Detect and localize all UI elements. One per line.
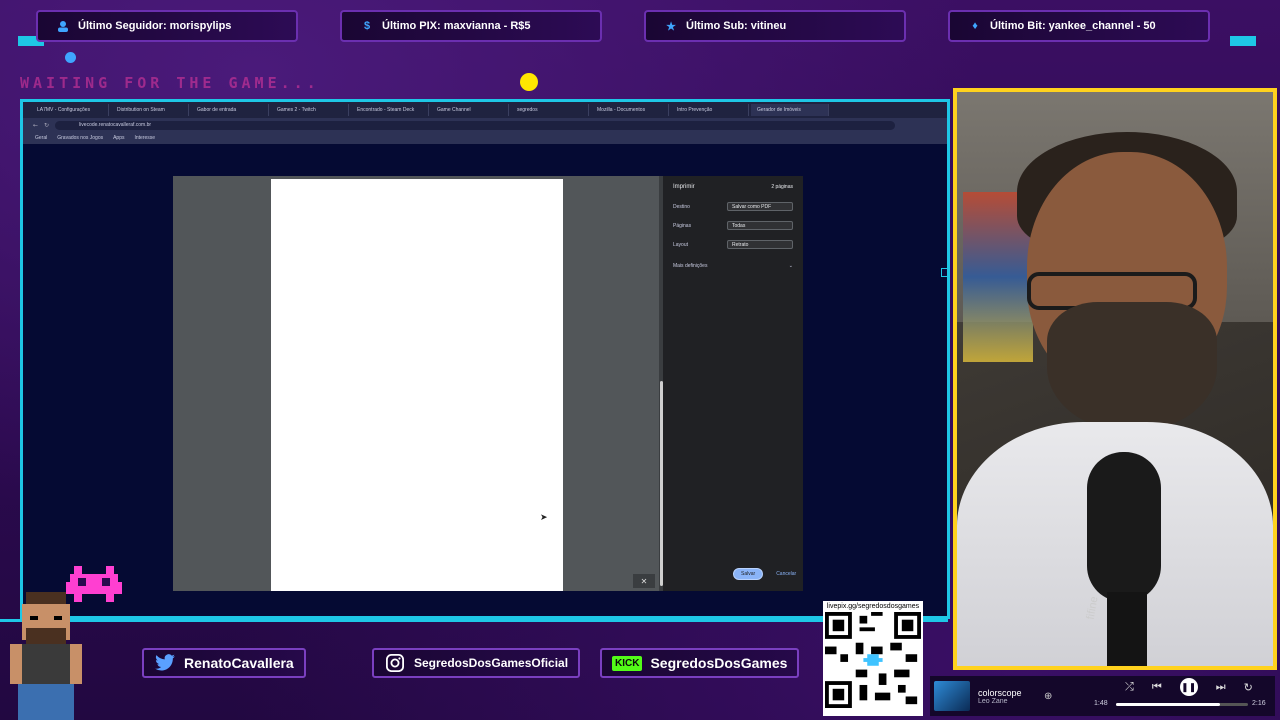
total-time: 2:16 bbox=[1252, 700, 1266, 707]
frame-marker bbox=[941, 268, 948, 277]
next-icon[interactable]: ⏭ bbox=[1216, 681, 1226, 694]
elapsed-time: 1:48 bbox=[1094, 700, 1108, 707]
decor-dot bbox=[65, 52, 76, 63]
diamond-icon: ♦ bbox=[972, 20, 978, 32]
repeat-icon[interactable]: ↻ bbox=[1244, 681, 1253, 694]
corner-decoration-right bbox=[1230, 36, 1256, 46]
print-pages-info: 2 páginas bbox=[771, 184, 793, 190]
bookmark-item[interactable]: Interesse bbox=[135, 135, 156, 141]
browser-tab[interactable]: Encontrado - Steam Deck bbox=[351, 104, 429, 116]
back-icon[interactable]: ← bbox=[33, 122, 38, 129]
social-twitter: RenatoCavallera bbox=[142, 648, 306, 678]
browser-tab-strip: LA7MV - Configurações Distribution on St… bbox=[23, 102, 947, 118]
print-dialog: ➤ ✕ Imprimir 2 páginas Destino Salvar co… bbox=[173, 176, 803, 591]
layout-label: Layout bbox=[673, 241, 689, 248]
kick-handle: SegredosDosGames bbox=[650, 655, 788, 671]
more-settings[interactable]: Mais definições ⌄ bbox=[673, 263, 793, 269]
destination-select[interactable]: Salvar como PDF bbox=[727, 202, 793, 211]
screen-capture: LA7MV - Configurações Distribution on St… bbox=[20, 99, 950, 619]
pages-select[interactable]: Todas bbox=[727, 221, 793, 230]
ticker-sub: ★ Último Sub: vitineu bbox=[644, 10, 906, 42]
twitter-icon bbox=[154, 652, 176, 674]
browser-tab[interactable]: Games 2 - Twitch bbox=[271, 104, 349, 116]
webcam-feed: fifine bbox=[953, 88, 1277, 670]
kick-icon: KICK bbox=[612, 655, 643, 671]
waiting-label: WAITING FOR THE GAME... bbox=[20, 74, 320, 92]
progress-bar[interactable] bbox=[1116, 703, 1248, 706]
qr-code-icon bbox=[825, 612, 921, 708]
browser-tab[interactable]: Intro Prevenção bbox=[671, 104, 749, 116]
add-icon[interactable]: ⊕ bbox=[1044, 691, 1052, 702]
pages-label: Páginas bbox=[673, 222, 692, 229]
print-title: Imprimir bbox=[673, 184, 695, 190]
print-settings-panel: Imprimir 2 páginas Destino Salvar como P… bbox=[663, 176, 803, 591]
track-title: colorscope bbox=[978, 687, 1022, 698]
cancel-button[interactable]: Cancelar bbox=[769, 568, 803, 580]
reload-icon[interactable]: ↻ bbox=[44, 122, 49, 129]
print-preview-page bbox=[271, 179, 563, 591]
instagram-icon bbox=[384, 652, 406, 674]
bookmark-item[interactable]: Geral bbox=[35, 135, 47, 141]
album-art bbox=[934, 681, 970, 711]
browser-tab[interactable]: Mozilla - Documentos bbox=[591, 104, 669, 116]
close-icon[interactable]: ✕ bbox=[633, 574, 655, 588]
bookmark-item[interactable]: Apps bbox=[113, 135, 124, 141]
social-instagram: SegredosDosGamesOficial bbox=[372, 648, 581, 678]
browser-tab[interactable]: Gabor de entrada bbox=[191, 104, 269, 116]
url-field[interactable]: livecode.renatocavalleraf.com.br bbox=[55, 120, 896, 130]
music-player: colorscope Leo Zane ⊕ ⤮ ⏮ ❚❚ ⏭ ↻ 1:48 2:… bbox=[930, 676, 1275, 716]
qr-label: livepix.gg/segredosdosgames bbox=[826, 603, 920, 610]
chevron-down-icon: ⌄ bbox=[788, 263, 793, 269]
social-kick: KICK SegredosDosGames bbox=[600, 648, 800, 678]
instagram-handle: SegredosDosGamesOficial bbox=[414, 656, 569, 670]
microphone bbox=[1087, 452, 1161, 602]
browser-tab-active[interactable]: Gerador de Imóveis bbox=[751, 104, 829, 116]
shuffle-icon[interactable]: ⤮ bbox=[1125, 681, 1134, 694]
browser-tab[interactable]: segredos bbox=[511, 104, 589, 116]
pixel-avatar-icon bbox=[10, 592, 82, 720]
ticker-bit: ♦ Último Bit: yankee_channel - 50 bbox=[948, 10, 1210, 42]
destination-label: Destino bbox=[673, 203, 690, 210]
previous-icon[interactable]: ⏮ bbox=[1152, 681, 1162, 694]
browser-tab[interactable]: LA7MV - Configurações bbox=[31, 104, 109, 116]
star-icon: ★ bbox=[666, 20, 676, 33]
bookmarks-bar: Geral Gravados nos Jogos Apps Interesse bbox=[23, 132, 947, 144]
browser-tab[interactable]: Distribution on Steam bbox=[111, 104, 189, 116]
dollar-icon: $ bbox=[363, 20, 371, 32]
bookmark-item[interactable]: Gravados nos Jogos bbox=[57, 135, 103, 141]
address-bar: ← ↻ livecode.renatocavalleraf.com.br bbox=[23, 118, 947, 132]
layout-select[interactable]: Retrato bbox=[727, 240, 793, 249]
ticker-bit-text: Último Bit: yankee_channel - 50 bbox=[990, 20, 1156, 32]
frame-edge-bottom bbox=[0, 619, 948, 622]
ticker-pix-text: Último PIX: maxvianna - R$5 bbox=[382, 20, 531, 32]
ticker-sub-text: Último Sub: vitineu bbox=[686, 20, 787, 32]
ticker-pix: $ Último PIX: maxvianna - R$5 bbox=[340, 10, 602, 42]
ticker-follower: Último Seguidor: morispylips bbox=[36, 10, 298, 42]
browser-tab[interactable]: Game Channel bbox=[431, 104, 509, 116]
ticker-bar: Último Seguidor: morispylips $ Último PI… bbox=[0, 0, 1280, 52]
pause-button[interactable]: ❚❚ bbox=[1179, 678, 1198, 696]
web-page: ➤ ✕ Imprimir 2 páginas Destino Salvar co… bbox=[23, 144, 947, 616]
ticker-follower-text: Último Seguidor: morispylips bbox=[78, 20, 232, 32]
save-button[interactable]: Salvar bbox=[733, 568, 764, 580]
track-artist: Leo Zane bbox=[978, 697, 1008, 705]
mouse-cursor-icon: ➤ bbox=[540, 513, 548, 523]
qr-code-panel: livepix.gg/segredosdosgames bbox=[823, 601, 923, 716]
twitter-handle: RenatoCavallera bbox=[184, 655, 294, 671]
decor-dot-yellow bbox=[520, 73, 538, 91]
user-icon bbox=[56, 19, 70, 33]
